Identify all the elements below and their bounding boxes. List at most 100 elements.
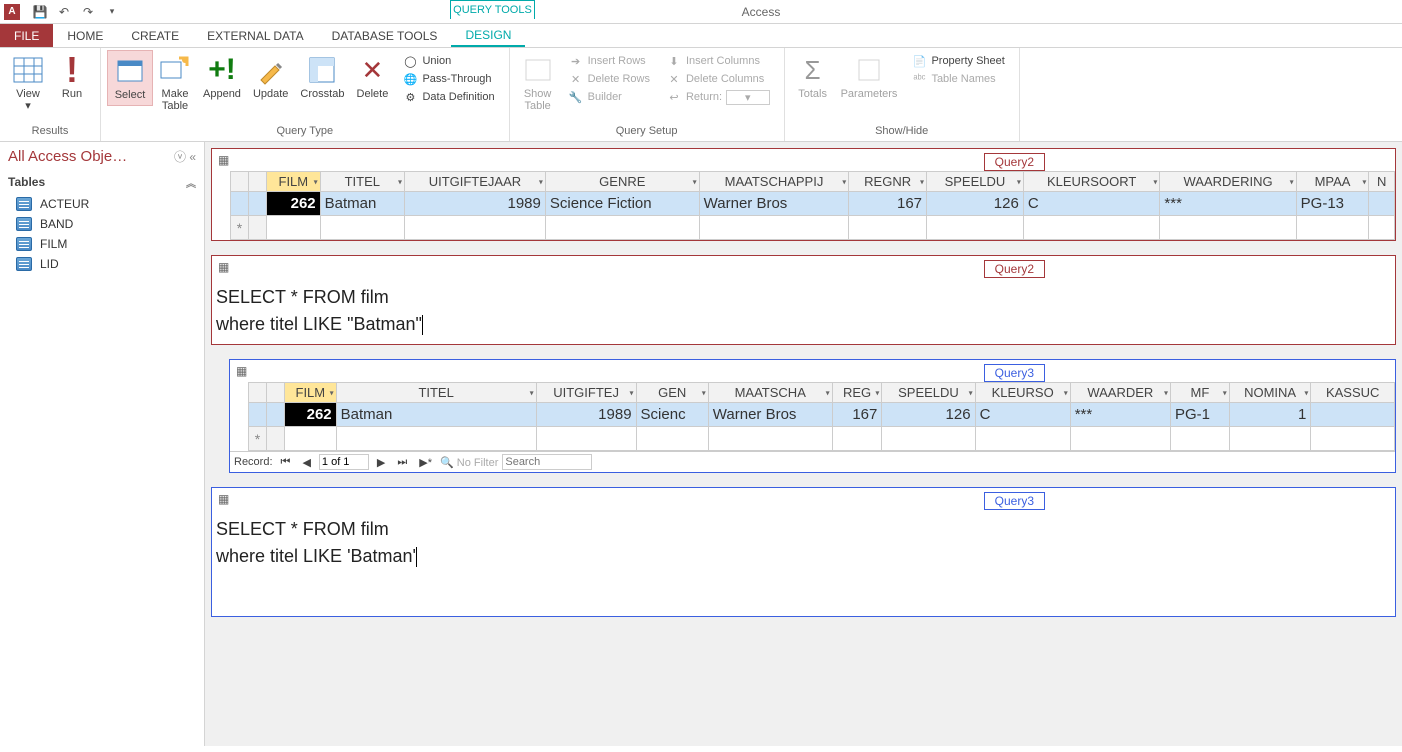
run-button[interactable]: ! Run xyxy=(50,50,94,104)
col-regnr[interactable]: REGNR▾ xyxy=(849,172,927,192)
col-maatschappij[interactable]: MAATSCHAPPIJ▾ xyxy=(699,172,849,192)
new-row[interactable]: * xyxy=(249,427,1395,451)
cell-nom[interactable]: 1 xyxy=(1229,403,1311,427)
col-titel[interactable]: TITEL▾ xyxy=(320,172,404,192)
new-record-button[interactable]: ▶* xyxy=(415,456,436,469)
data-row[interactable]: 262 Batman 1989 Science Fiction Warner B… xyxy=(231,192,1395,216)
data-definition-button[interactable]: ⚙Data Definition xyxy=(398,88,498,106)
cell-kassuc[interactable] xyxy=(1311,403,1395,427)
sql-editor-query3[interactable]: SELECT * FROM film where titel LIKE 'Bat… xyxy=(212,510,1395,576)
make-table-button[interactable]: Make Table xyxy=(153,50,197,116)
cell-titel[interactable]: Batman xyxy=(336,403,536,427)
tab-database-tools[interactable]: DATABASE TOOLS xyxy=(318,24,452,47)
col-kleurso[interactable]: KLEURSO▾ xyxy=(975,383,1070,403)
redo-button[interactable]: ↷ xyxy=(78,2,98,22)
last-record-button[interactable]: ⏭ xyxy=(393,456,411,469)
col-maatscha[interactable]: MAATSCHA▾ xyxy=(708,383,832,403)
property-sheet-button[interactable]: 📄Property Sheet xyxy=(907,52,1008,70)
update-button[interactable]: Update xyxy=(247,50,294,104)
ribbon-tabs: FILE HOME CREATE EXTERNAL DATA DATABASE … xyxy=(0,24,1402,48)
parameters-button[interactable]: Parameters xyxy=(835,50,904,104)
nav-item-film[interactable]: FILM xyxy=(0,234,204,254)
col-film[interactable]: FILM▾ xyxy=(267,172,321,192)
nav-group-tables[interactable]: Tables︽ xyxy=(0,171,204,194)
col-kassuc[interactable]: KASSUC xyxy=(1311,383,1395,403)
cell-mpaa[interactable]: PG-13 xyxy=(1296,192,1369,216)
tab-home[interactable]: HOME xyxy=(53,24,117,47)
col-film[interactable]: FILM▾ xyxy=(285,383,337,403)
col-waardering[interactable]: WAARDERING▾ xyxy=(1160,172,1296,192)
qat-customize-icon[interactable]: ▾ xyxy=(102,2,122,22)
record-position-input[interactable] xyxy=(319,454,369,470)
datasheet-query2[interactable]: FILM▾ TITEL▾ UITGIFTEJAAR▾ GENRE▾ MAATSC… xyxy=(230,171,1395,240)
sql-editor-query2[interactable]: SELECT * FROM film where titel LIKE "Bat… xyxy=(212,278,1395,344)
nav-item-lid[interactable]: LID xyxy=(0,254,204,274)
header-row[interactable]: FILM▾ TITEL▾ UITGIFTEJAAR▾ GENRE▾ MAATSC… xyxy=(231,172,1395,192)
show-table-button[interactable]: Show Table xyxy=(516,50,560,116)
append-button[interactable]: +! Append xyxy=(197,50,247,104)
col-mpaa[interactable]: MPAA▾ xyxy=(1296,172,1369,192)
col-speeldu[interactable]: SPEELDU▾ xyxy=(882,383,975,403)
totals-button[interactable]: Σ Totals xyxy=(791,50,835,104)
collapse-group-icon[interactable]: ︽ xyxy=(186,175,196,190)
save-button[interactable]: 💾 xyxy=(30,2,50,22)
view-button[interactable]: View▾ xyxy=(6,50,50,116)
col-titel[interactable]: TITEL▾ xyxy=(336,383,536,403)
prev-record-button[interactable]: ◀ xyxy=(298,456,314,469)
cell-reg[interactable]: 167 xyxy=(849,192,927,216)
cell-speel[interactable]: 126 xyxy=(882,403,975,427)
tab-create[interactable]: CREATE xyxy=(117,24,193,47)
cell-titel[interactable]: Batman xyxy=(320,192,404,216)
pass-through-button[interactable]: 🌐Pass-Through xyxy=(398,70,498,88)
col-speeldu[interactable]: SPEELDU▾ xyxy=(927,172,1024,192)
cell-film[interactable]: 262 xyxy=(267,192,321,216)
cell-kleur[interactable]: C xyxy=(1023,192,1160,216)
data-row[interactable]: 262 Batman 1989 Scienc Warner Bros 167 1… xyxy=(249,403,1395,427)
cell-n[interactable] xyxy=(1369,192,1395,216)
col-reg[interactable]: REG▾ xyxy=(832,383,882,403)
col-waarder[interactable]: WAARDER▾ xyxy=(1070,383,1170,403)
next-record-button[interactable]: ▶ xyxy=(373,456,389,469)
tab-external-data[interactable]: EXTERNAL DATA xyxy=(193,24,317,47)
col-uitgiftej[interactable]: UITGIFTEJ▾ xyxy=(536,383,636,403)
cell-waard[interactable]: *** xyxy=(1160,192,1296,216)
first-record-button[interactable]: ⏮ xyxy=(277,456,295,469)
cell-jaar[interactable]: 1989 xyxy=(536,403,636,427)
crosstab-button[interactable]: Crosstab xyxy=(294,50,350,104)
cell-reg[interactable]: 167 xyxy=(832,403,882,427)
undo-button[interactable]: ↶ xyxy=(54,2,74,22)
cell-genre[interactable]: Scienc xyxy=(636,403,708,427)
col-uitgiftejaar[interactable]: UITGIFTEJAAR▾ xyxy=(404,172,545,192)
union-button[interactable]: ◯Union xyxy=(398,52,498,70)
nav-collapse-icon[interactable]: ⓥ « xyxy=(174,148,196,165)
header-row[interactable]: FILM▾ TITEL▾ UITGIFTEJ▾ GEN▾ MAATSCHA▾ R… xyxy=(249,383,1395,403)
col-n[interactable]: N xyxy=(1369,172,1395,192)
tab-design[interactable]: DESIGN xyxy=(451,24,525,47)
nav-header[interactable]: All Access Obje… ⓥ « xyxy=(0,142,204,171)
cell-kleur[interactable]: C xyxy=(975,403,1070,427)
col-kleursoort[interactable]: KLEURSOORT▾ xyxy=(1023,172,1160,192)
cell-mpaa[interactable]: PG-1 xyxy=(1170,403,1229,427)
cell-jaar[interactable]: 1989 xyxy=(404,192,545,216)
datasheet-query3[interactable]: FILM▾ TITEL▾ UITGIFTEJ▾ GEN▾ MAATSCHA▾ R… xyxy=(248,382,1395,451)
pane-tag-query3-sql: Query3 xyxy=(984,492,1045,510)
record-search-input[interactable] xyxy=(502,454,592,470)
record-navigator[interactable]: Record: ⏮ ◀ ▶ ⏭ ▶* 🔍 No Filter xyxy=(230,451,1395,472)
cell-speel[interactable]: 126 xyxy=(927,192,1024,216)
col-mf[interactable]: MF▾ xyxy=(1170,383,1229,403)
navigation-pane[interactable]: All Access Obje… ⓥ « Tables︽ ACTEUR BAND… xyxy=(0,142,205,746)
new-row[interactable]: * xyxy=(231,216,1395,240)
cell-genre[interactable]: Science Fiction xyxy=(545,192,699,216)
tab-file[interactable]: FILE xyxy=(0,24,53,47)
col-nomina[interactable]: NOMINA▾ xyxy=(1229,383,1311,403)
delete-query-button[interactable]: ✕ Delete xyxy=(350,50,394,104)
cell-waard[interactable]: *** xyxy=(1070,403,1170,427)
select-query-button[interactable]: Select xyxy=(107,50,153,106)
cell-maat[interactable]: Warner Bros xyxy=(708,403,832,427)
cell-maat[interactable]: Warner Bros xyxy=(699,192,849,216)
col-gen[interactable]: GEN▾ xyxy=(636,383,708,403)
col-genre[interactable]: GENRE▾ xyxy=(545,172,699,192)
nav-item-band[interactable]: BAND xyxy=(0,214,204,234)
cell-film[interactable]: 262 xyxy=(285,403,337,427)
nav-item-acteur[interactable]: ACTEUR xyxy=(0,194,204,214)
